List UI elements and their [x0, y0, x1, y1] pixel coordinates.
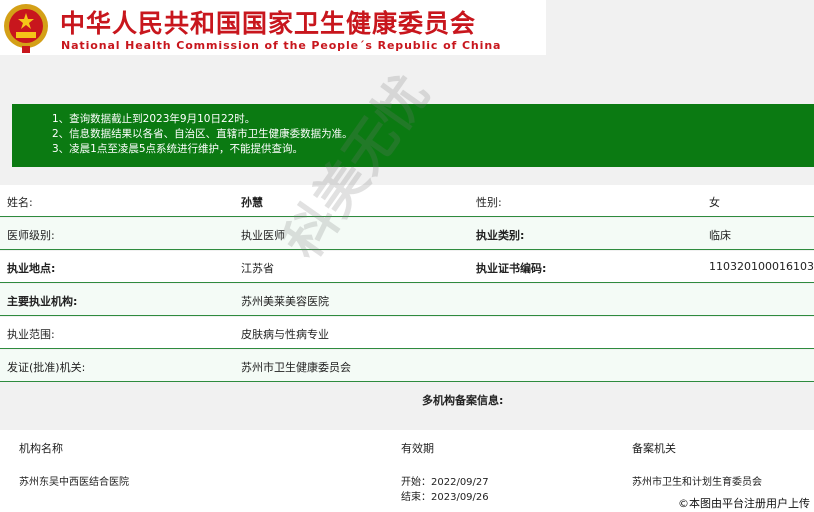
row-institution: 主要执业机构: 苏州美莱美容医院 — [0, 284, 814, 316]
gender-value: 女 — [709, 196, 720, 209]
column-header-validity: 有效期 — [401, 442, 434, 455]
validity-end-cell: 结束：2023/09/26 — [401, 492, 489, 503]
scope-label: 执业范围: — [7, 328, 55, 341]
scope-value: 皮肤病与性病专业 — [241, 328, 329, 341]
institution-value: 苏州美莱美容医院 — [241, 295, 329, 308]
location-value: 江苏省 — [241, 262, 274, 275]
row-issuer: 发证(批准)机关: 苏州市卫生健康委员会 — [0, 350, 814, 382]
notice-line: 3、凌晨1点至凌晨5点系统进行维护，不能提供查询。 — [52, 143, 304, 155]
institution-label: 主要执业机构: — [7, 295, 78, 308]
category-label: 执业类别: — [476, 229, 525, 242]
notice-line: 1、查询数据截止到2023年9月10日22时。 — [52, 113, 256, 125]
upload-credit: ©本图由平台注册用户上传 — [676, 495, 812, 511]
site-header: 中华人民共和国国家卫生健康委员会 National Health Commiss… — [0, 0, 546, 55]
location-label: 执业地点: — [7, 262, 56, 275]
level-value: 执业医师 — [241, 229, 285, 242]
site-title-en: National Health Commission of the People… — [61, 39, 502, 52]
name-value: 孙慧 — [241, 196, 263, 209]
name-label: 姓名: — [7, 196, 33, 209]
level-label: 医师级别: — [7, 229, 55, 242]
issuer-value: 苏州市卫生健康委员会 — [241, 361, 351, 374]
cert-label: 执业证书编码: — [476, 262, 547, 275]
row-location-cert: 执业地点: 江苏省 执业证书编码: 110320100016103 — [0, 251, 814, 283]
notice-box: 1、查询数据截止到2023年9月10日22时。 2、信息数据结果以各省、自治区、… — [12, 104, 814, 167]
validity-start-cell: 开始：2022/09/27 — [401, 477, 489, 488]
row-name-gender: 姓名: 孙慧 性别: 女 — [0, 185, 814, 217]
notice-line: 2、信息数据结果以各省、自治区、直辖市卫生健康委数据为准。 — [52, 128, 353, 140]
multi-institution-title: 多机构备案信息: — [422, 394, 504, 407]
column-header-institution: 机构名称 — [19, 442, 63, 455]
cert-value: 110320100016103 — [709, 260, 814, 273]
authority-cell: 苏州市卫生和计划生育委员会 — [632, 477, 762, 488]
issuer-label: 发证(批准)机关: — [7, 361, 86, 374]
column-header-authority: 备案机关 — [632, 442, 676, 455]
national-emblem-icon — [4, 4, 48, 53]
multi-institution-heading: 多机构备案信息: — [0, 383, 814, 415]
multi-table-header: 机构名称 有效期 备案机关 — [0, 430, 814, 464]
row-scope: 执业范围: 皮肤病与性病专业 — [0, 317, 814, 349]
category-value: 临床 — [709, 229, 731, 242]
institution-name-cell: 苏州东吴中西医结合医院 — [19, 477, 129, 488]
gender-label: 性别: — [476, 196, 502, 209]
site-title-cn: 中华人民共和国国家卫生健康委员会 — [60, 9, 477, 38]
row-level-category: 医师级别: 执业医师 执业类别: 临床 — [0, 218, 814, 250]
